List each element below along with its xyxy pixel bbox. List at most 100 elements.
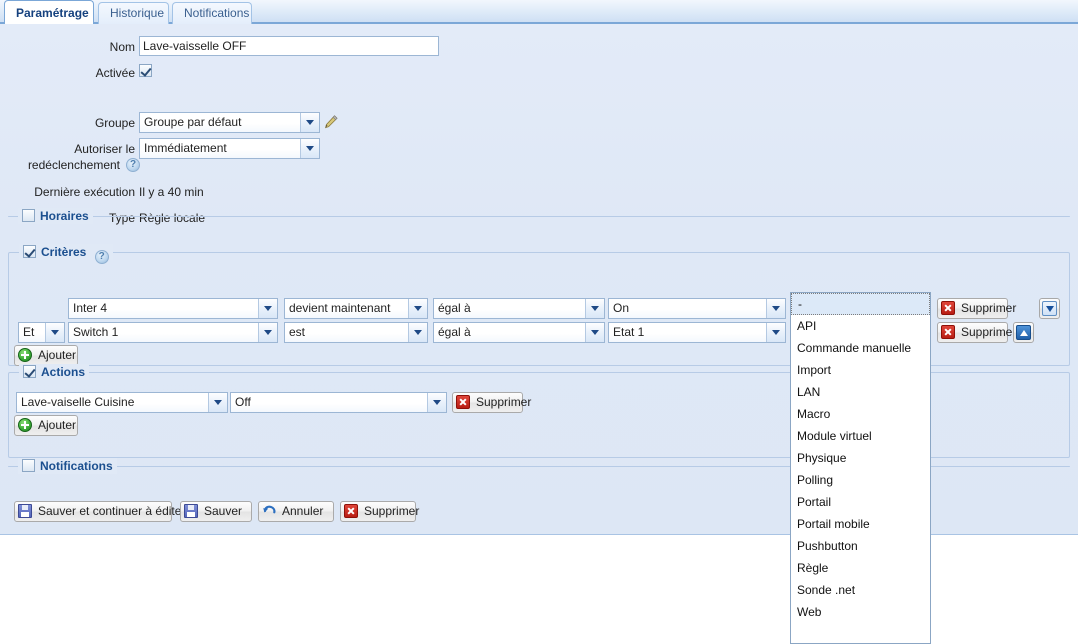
chevron-down-icon bbox=[258, 323, 277, 342]
arrow-up-icon bbox=[1016, 325, 1031, 340]
criteria-row-1-event-value: est bbox=[289, 325, 306, 339]
criteria-row-1-move-up-button[interactable] bbox=[1013, 322, 1034, 343]
origin-dropdown-option[interactable]: Portail mobile bbox=[791, 513, 930, 535]
criteria-row-0-source-select[interactable]: Inter 4 bbox=[68, 298, 278, 319]
section-notifications-legend: Notifications bbox=[18, 458, 117, 474]
undo-icon bbox=[262, 504, 277, 518]
chevron-down-icon bbox=[585, 299, 604, 318]
chevron-down-icon bbox=[300, 139, 319, 158]
delete-icon bbox=[456, 395, 470, 409]
criteria-row-1-conjunction-select[interactable]: Et bbox=[18, 322, 65, 343]
activee-label: Activée bbox=[95, 66, 135, 80]
chevron-down-icon bbox=[766, 299, 785, 318]
section-horaires-label: Horaires bbox=[40, 209, 89, 223]
chevron-down-icon bbox=[408, 323, 427, 342]
origin-dropdown-option[interactable]: LAN bbox=[791, 381, 930, 403]
tab-parametrage[interactable]: Paramétrage bbox=[4, 0, 94, 24]
rule-editor-window: Paramétrage Historique Notifications Nom… bbox=[0, 0, 1078, 644]
delete-icon bbox=[941, 325, 955, 339]
section-actions-checkbox[interactable] bbox=[23, 365, 36, 378]
delete-icon bbox=[941, 301, 955, 315]
criteria-row-1-operator-select[interactable]: égal à bbox=[433, 322, 605, 343]
chevron-down-icon bbox=[300, 113, 319, 132]
chevron-down-icon bbox=[766, 323, 785, 342]
criteria-row-0-event-select[interactable]: devient maintenant bbox=[284, 298, 428, 319]
type-value: Règle locale bbox=[139, 211, 206, 225]
section-criteres-checkbox[interactable] bbox=[23, 245, 36, 258]
section-actions-label: Actions bbox=[41, 365, 86, 379]
section-criteres-legend: Critères ? bbox=[19, 244, 113, 264]
criteria-row-0-value-value: On bbox=[613, 301, 630, 315]
redeclenchement-label-line2: redéclenchement bbox=[27, 158, 120, 172]
section-criteres-label: Critères bbox=[41, 245, 87, 259]
chevron-down-icon bbox=[208, 393, 227, 412]
edit-pencil-icon[interactable] bbox=[323, 114, 339, 130]
redeclenchement-select[interactable]: Immédiatement bbox=[139, 138, 320, 159]
chevron-down-icon bbox=[45, 323, 64, 342]
chevron-down-icon bbox=[408, 299, 427, 318]
criteria-row-0-value-select[interactable]: On bbox=[608, 298, 786, 319]
origin-dropdown-option[interactable]: Physique bbox=[791, 447, 930, 469]
origin-dropdown-option[interactable]: Sonde .net bbox=[791, 579, 930, 601]
tab-notifications[interactable]: Notifications bbox=[172, 2, 252, 24]
origin-dropdown-option[interactable]: Règle bbox=[791, 557, 930, 579]
nom-input[interactable] bbox=[139, 36, 439, 56]
redeclenchement-help-icon[interactable]: ? bbox=[126, 158, 140, 172]
criteria-row-0-event-value: devient maintenant bbox=[289, 301, 391, 315]
criteria-row-1-conjunction-value: Et bbox=[23, 325, 35, 339]
criteria-row-0-operator-value: égal à bbox=[438, 301, 471, 315]
action-row-0-state-value: Off bbox=[235, 395, 251, 409]
section-horaires-checkbox[interactable] bbox=[22, 209, 35, 222]
activee-checkbox[interactable] bbox=[139, 64, 152, 77]
derniere-execution-label: Dernière exécution bbox=[34, 185, 135, 199]
chevron-down-icon bbox=[427, 393, 446, 412]
groupe-select[interactable]: Groupe par défaut bbox=[139, 112, 320, 133]
criteria-row-0-move-down-button[interactable] bbox=[1039, 298, 1060, 319]
origin-dropdown-option[interactable]: Module virtuel bbox=[791, 425, 930, 447]
origin-dropdown-option[interactable]: - bbox=[791, 293, 930, 315]
section-horaires: Horaires bbox=[8, 208, 1070, 224]
origin-dropdown-option[interactable]: Web bbox=[791, 601, 930, 623]
save-icon bbox=[184, 504, 198, 518]
save-icon bbox=[18, 504, 32, 518]
delete-icon bbox=[344, 504, 358, 518]
redeclenchement-select-value: Immédiatement bbox=[144, 141, 227, 155]
nom-label: Nom bbox=[109, 40, 135, 54]
add-icon bbox=[18, 348, 32, 362]
groupe-label: Groupe bbox=[94, 116, 135, 130]
criteria-row-1-value-select[interactable]: Etat 1 bbox=[608, 322, 786, 343]
criteria-row-0-source-value: Inter 4 bbox=[73, 301, 108, 315]
criteria-row-0-operator-select[interactable]: égal à bbox=[433, 298, 605, 319]
redeclenchement-label-line1: Autoriser le bbox=[74, 142, 135, 156]
chevron-down-icon bbox=[258, 299, 277, 318]
origin-dropdown-option[interactable]: Pushbutton bbox=[791, 535, 930, 557]
origin-dropdown-option[interactable]: API bbox=[791, 315, 930, 337]
criteria-row-1-source-select[interactable]: Switch 1 bbox=[68, 322, 278, 343]
origin-dropdown-option[interactable]: Macro bbox=[791, 403, 930, 425]
criteria-row-1-event-select[interactable]: est bbox=[284, 322, 428, 343]
section-notifications-label: Notifications bbox=[40, 459, 113, 473]
criteria-row-1-source-value: Switch 1 bbox=[73, 325, 119, 339]
section-horaires-legend: Horaires bbox=[18, 208, 93, 224]
tab-bar: Paramétrage Historique Notifications bbox=[0, 0, 1078, 24]
save-and-continue-button[interactable]: Sauver et continuer à éditer bbox=[14, 501, 185, 522]
section-actions-legend: Actions bbox=[19, 364, 90, 380]
action-row-0-target-select[interactable]: Lave-vaiselle Cuisine bbox=[16, 392, 228, 413]
action-row-0-state-select[interactable]: Off bbox=[230, 392, 447, 413]
tab-historique[interactable]: Historique bbox=[98, 2, 169, 24]
arrow-down-icon bbox=[1042, 301, 1057, 316]
criteres-help-icon[interactable]: ? bbox=[94, 250, 109, 264]
origin-dropdown-option[interactable]: Import bbox=[791, 359, 930, 381]
origin-dropdown-option[interactable]: Commande manuelle bbox=[791, 337, 930, 359]
origin-dropdown-option[interactable]: Portail bbox=[791, 491, 930, 513]
criteria-row-1-operator-value: égal à bbox=[438, 325, 471, 339]
origin-dropdown-list[interactable]: - API Commande manuelle Import LAN Macro Modul… bbox=[790, 292, 931, 644]
section-notifications-checkbox[interactable] bbox=[22, 459, 35, 472]
criteria-row-1-value-value: Etat 1 bbox=[613, 325, 645, 339]
origin-dropdown-option[interactable]: Polling bbox=[791, 469, 930, 491]
groupe-select-value: Groupe par défaut bbox=[144, 115, 242, 129]
add-icon bbox=[18, 418, 32, 432]
chevron-down-icon bbox=[585, 323, 604, 342]
derniere-execution-value: Il y a 40 min bbox=[139, 185, 204, 199]
action-row-0-target-value: Lave-vaiselle Cuisine bbox=[21, 395, 135, 409]
